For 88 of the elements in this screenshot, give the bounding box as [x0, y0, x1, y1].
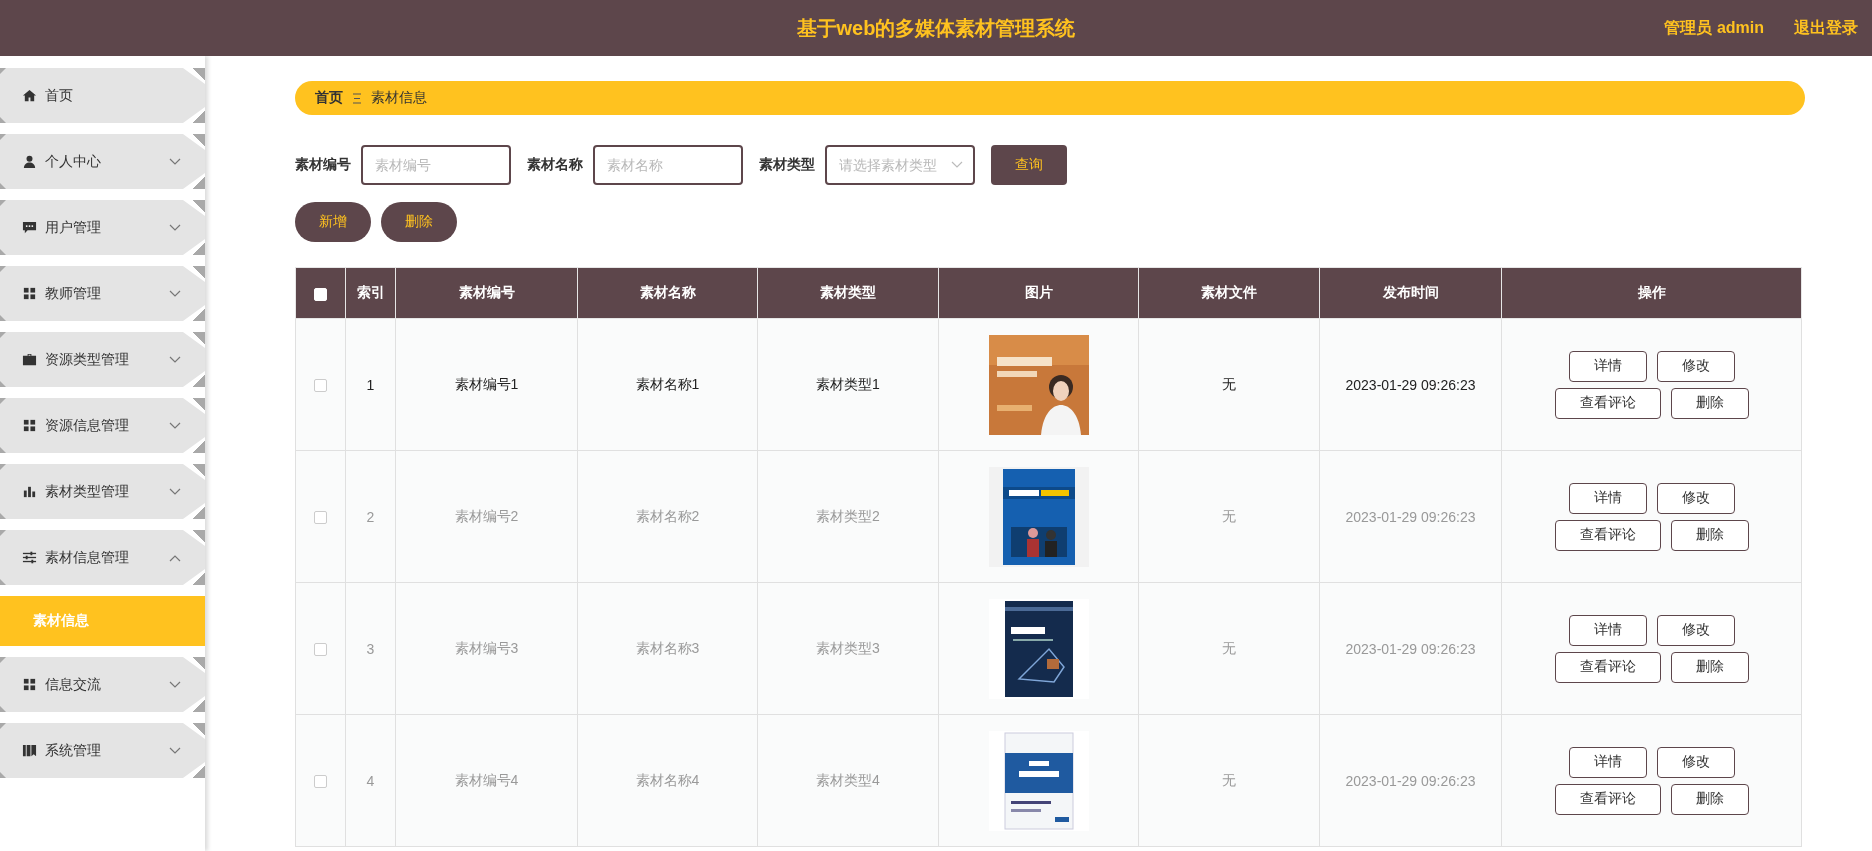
- column-header: 索引: [345, 267, 396, 319]
- chat-icon: [22, 220, 37, 235]
- table-cell: 素材类型3: [757, 582, 939, 715]
- field-label: 素材名称: [527, 156, 583, 174]
- comments-button[interactable]: 查看评论: [1554, 651, 1661, 683]
- book-icon: [22, 743, 37, 758]
- column-header: 发布时间: [1319, 267, 1502, 319]
- app-title: 基于web的多媒体素材管理系统: [796, 16, 1076, 39]
- user-icon: [22, 154, 37, 169]
- table-cell: 1: [345, 318, 396, 451]
- table-cell: 2023-01-29 09:26:23: [1319, 714, 1502, 847]
- sidebar-item[interactable]: 素材信息管理: [0, 530, 205, 585]
- column-header: 图片: [938, 267, 1139, 319]
- table-cell: 2: [345, 450, 396, 583]
- input-field[interactable]: 素材名称: [593, 145, 743, 185]
- sidebar-item[interactable]: 素材类型管理: [0, 464, 205, 519]
- details-button[interactable]: 详情: [1568, 746, 1647, 778]
- sidebar-item[interactable]: 信息交流: [0, 657, 205, 712]
- briefcase-icon: [22, 352, 37, 367]
- delete-button[interactable]: 删除: [1670, 651, 1749, 683]
- chevron-down-icon: [951, 161, 963, 169]
- table-cell: 素材编号1: [395, 318, 578, 451]
- home-icon: [22, 88, 37, 103]
- table-cell: 素材编号2: [395, 450, 578, 583]
- table-cell: 2023-01-29 09:26:23: [1319, 318, 1502, 451]
- sliders-icon: [22, 550, 37, 565]
- search-button[interactable]: 查询: [991, 145, 1067, 185]
- sidebar-item[interactable]: 首页: [0, 68, 205, 123]
- sidebar-item[interactable]: 用户管理: [0, 200, 205, 255]
- delete-button[interactable]: 删除: [381, 202, 457, 242]
- sidebar-item[interactable]: 个人中心: [0, 134, 205, 189]
- breadcrumb-item[interactable]: 首页: [315, 89, 343, 107]
- sidebar-item[interactable]: 系统管理: [0, 723, 205, 778]
- table-cell: 素材类型1: [757, 318, 939, 451]
- details-button[interactable]: 详情: [1568, 482, 1647, 514]
- table-cell: 2023-01-29 09:26:23: [1319, 582, 1502, 715]
- field-label: 素材类型: [759, 156, 815, 174]
- grid-icon: [22, 677, 37, 692]
- table-cell: 素材编号3: [395, 582, 578, 715]
- edit-button[interactable]: 修改: [1656, 746, 1735, 778]
- table-cell: 无: [1138, 318, 1320, 451]
- comments-button[interactable]: 查看评论: [1554, 783, 1661, 815]
- edit-button[interactable]: 修改: [1656, 350, 1735, 382]
- table-cell: 素材类型4: [757, 714, 939, 847]
- logout-link[interactable]: 退出登录: [1794, 17, 1858, 39]
- checkbox[interactable]: [314, 379, 327, 393]
- details-button[interactable]: 详情: [1568, 350, 1647, 382]
- edit-button[interactable]: 修改: [1656, 614, 1735, 646]
- sidebar-item[interactable]: 资源信息管理: [0, 398, 205, 453]
- sidebar-item[interactable]: 教师管理: [0, 266, 205, 321]
- column-header: 素材文件: [1138, 267, 1320, 319]
- checkbox[interactable]: [314, 775, 327, 789]
- column-header: 素材类型: [757, 267, 939, 319]
- comments-button[interactable]: 查看评论: [1554, 519, 1661, 551]
- table-cell: 素材名称3: [577, 582, 758, 715]
- table-cell: 无: [1138, 714, 1320, 847]
- delete-button[interactable]: 删除: [1670, 783, 1749, 815]
- select-field[interactable]: 请选择素材类型: [825, 145, 975, 185]
- table-cell: 素材编号4: [395, 714, 578, 847]
- input-field[interactable]: 素材编号: [361, 145, 511, 185]
- table-cell: 无: [1138, 450, 1320, 583]
- table-cell: 素材名称2: [577, 450, 758, 583]
- table-cell: 素材名称4: [577, 714, 758, 847]
- delete-button[interactable]: 删除: [1670, 387, 1749, 419]
- column-header: 素材编号: [395, 267, 578, 319]
- separator-icon: [353, 92, 361, 104]
- breadcrumb-item: 素材信息: [371, 89, 427, 107]
- add-button[interactable]: 新增: [295, 202, 371, 242]
- grid-icon: [22, 286, 37, 301]
- checkbox[interactable]: [314, 511, 327, 525]
- table-cell: 2023-01-29 09:26:23: [1319, 450, 1502, 583]
- column-header: 素材名称: [577, 267, 758, 319]
- field-label: 素材编号: [295, 156, 351, 174]
- checkbox[interactable]: [314, 643, 327, 657]
- table-cell: 3: [345, 582, 396, 715]
- table-cell: 无: [1138, 582, 1320, 715]
- delete-button[interactable]: 删除: [1670, 519, 1749, 551]
- column-header: 操作: [1501, 267, 1802, 319]
- grid-icon: [22, 418, 37, 433]
- bar-chart-icon: [22, 484, 37, 499]
- edit-button[interactable]: 修改: [1656, 482, 1735, 514]
- table-cell: 素材类型2: [757, 450, 939, 583]
- details-button[interactable]: 详情: [1568, 614, 1647, 646]
- user-label: 管理员 admin: [1664, 17, 1764, 38]
- sidebar-item[interactable]: 资源类型管理: [0, 332, 205, 387]
- comments-button[interactable]: 查看评论: [1554, 387, 1661, 419]
- table-cell: 4: [345, 714, 396, 847]
- table-cell: 素材名称1: [577, 318, 758, 451]
